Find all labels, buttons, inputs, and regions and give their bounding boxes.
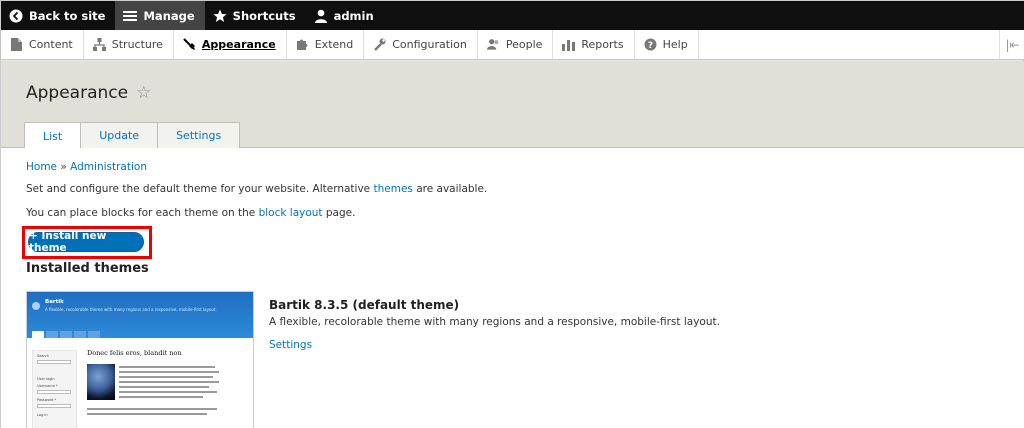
preview-password-label: Password * [37, 398, 57, 402]
back-to-site-label: Back to site [29, 8, 106, 23]
tray-item-help[interactable]: ? Help [635, 30, 699, 59]
collapse-icon: |⇤ [1005, 37, 1020, 52]
preview-tab [46, 331, 58, 338]
tray-item-configuration[interactable]: Configuration [364, 30, 478, 59]
bar-chart-icon [562, 38, 576, 51]
tray-label-appearance: Appearance [201, 38, 276, 51]
preview-text-line [87, 408, 217, 410]
preview-tab [74, 331, 86, 338]
preview-earth-image [87, 364, 115, 400]
breadcrumb-separator: » [60, 161, 67, 173]
install-new-theme-button[interactable]: + Install new theme [28, 230, 144, 254]
shortcuts-tab[interactable]: Shortcuts [205, 1, 306, 30]
intro-text-2: You can place blocks for each theme on t… [26, 207, 355, 219]
tray-label-help: Help [662, 38, 688, 51]
preview-heading: Donec felis eros, blandit non [87, 349, 182, 357]
block-layout-link[interactable]: block layout [259, 207, 323, 219]
tab-settings[interactable]: Settings [157, 122, 241, 148]
preview-slogan: A flexible, recolorable theme with many … [45, 307, 217, 312]
menu-icon [123, 9, 138, 23]
preview-login-button: Log in [37, 413, 48, 417]
tray-item-content[interactable]: Content [1, 30, 84, 59]
page-title: Appearance [26, 83, 129, 103]
breadcrumb-home[interactable]: Home [26, 161, 57, 173]
preview-text-line [119, 391, 217, 393]
intro-1-before: Set and configure the default theme for … [26, 183, 374, 195]
tray-label-structure: Structure [111, 38, 163, 51]
themes-link[interactable]: themes [373, 183, 412, 195]
tab-list[interactable]: List [24, 122, 82, 149]
theme-screenshot: Bartik A flexible, recolorable theme wit… [26, 291, 254, 428]
intro-2-before: You can place blocks for each theme on t… [26, 207, 259, 219]
preview-text-line [119, 371, 219, 373]
content-icon [10, 38, 23, 51]
admin-toolbar: Back to site Manage Shortcuts admin [1, 1, 1024, 30]
tray-item-reports[interactable]: Reports [553, 30, 635, 59]
tray-item-people[interactable]: People [478, 30, 554, 59]
primary-tabs: List Update Settings [24, 122, 241, 149]
preview-search-input [37, 360, 71, 364]
preview-text-line [119, 396, 203, 398]
tray-item-structure[interactable]: Structure [84, 30, 174, 59]
tray-label-extend: Extend [314, 38, 354, 51]
user-icon [314, 9, 328, 23]
preview-username-input [37, 390, 71, 394]
back-to-site-link[interactable]: Back to site [1, 1, 115, 30]
preview-search-label: Search [37, 354, 50, 358]
intro-2-after: page. [322, 207, 356, 219]
breadcrumb: Home » Administration [26, 161, 147, 173]
tray-orientation-toggle[interactable]: |⇤ [999, 30, 1024, 59]
puzzle-icon [296, 38, 309, 51]
tray-label-reports: Reports [581, 38, 624, 51]
user-tab[interactable]: admin [306, 1, 384, 30]
theme-description: A flexible, recolorable theme with many … [269, 316, 720, 328]
preview-tab [32, 331, 44, 338]
theme-settings-link[interactable]: Settings [269, 339, 312, 351]
preview-text-line [119, 376, 213, 378]
tray-label-people: People [505, 38, 543, 51]
preview-text-line [119, 381, 219, 383]
help-icon: ? [644, 38, 657, 51]
preview-site-name: Bartik [45, 299, 64, 305]
back-arrow-icon [9, 9, 23, 23]
preview-username-label: Username * [37, 384, 58, 388]
page-header: Appearance ☆ List Update Settings [1, 61, 1024, 149]
manage-tab[interactable]: Manage [115, 1, 205, 30]
tab-update[interactable]: Update [80, 122, 159, 148]
intro-text-1: Set and configure the default theme for … [26, 183, 487, 195]
page-title-wrap: Appearance ☆ [26, 83, 151, 103]
manage-label: Manage [143, 8, 195, 23]
preview-sidebar: Search User login Username * Password * … [32, 350, 77, 428]
installed-themes-heading: Installed themes [26, 261, 149, 276]
preview-text-line [119, 366, 215, 368]
tray-label-content: Content [29, 38, 73, 51]
wrench-icon [373, 38, 386, 51]
paintbrush-icon [183, 38, 196, 51]
theme-name: Bartik 8.3.5 (default theme) [269, 298, 460, 312]
tray-item-extend[interactable]: Extend [287, 30, 365, 59]
preview-logo [32, 302, 40, 310]
preview-password-input [37, 404, 71, 408]
user-label: admin [333, 8, 374, 23]
breadcrumb-administration[interactable]: Administration [70, 161, 147, 173]
intro-1-after: are available. [412, 183, 488, 195]
tray-item-appearance[interactable]: Appearance [174, 30, 287, 59]
structure-icon [92, 38, 106, 51]
shortcut-star-icon[interactable]: ☆ [136, 83, 151, 103]
star-icon [213, 9, 227, 23]
preview-text-line [87, 413, 207, 415]
preview-body: Search User login Username * Password * … [27, 338, 253, 428]
admin-menu-tray: Content Structure Appearance Extend Conf… [1, 30, 1024, 60]
preview-header: Bartik A flexible, recolorable theme wit… [27, 292, 253, 338]
preview-text-line [119, 386, 209, 388]
preview-tabs [32, 331, 100, 338]
main-content: Home » Administration Set and configure … [1, 148, 1024, 428]
svg-text:?: ? [647, 41, 652, 51]
preview-tab [88, 331, 100, 338]
shortcuts-label: Shortcuts [232, 8, 296, 23]
preview-tab [60, 331, 72, 338]
tray-label-configuration: Configuration [392, 38, 467, 51]
people-icon [486, 38, 500, 51]
preview-login-label: User login [37, 377, 55, 381]
